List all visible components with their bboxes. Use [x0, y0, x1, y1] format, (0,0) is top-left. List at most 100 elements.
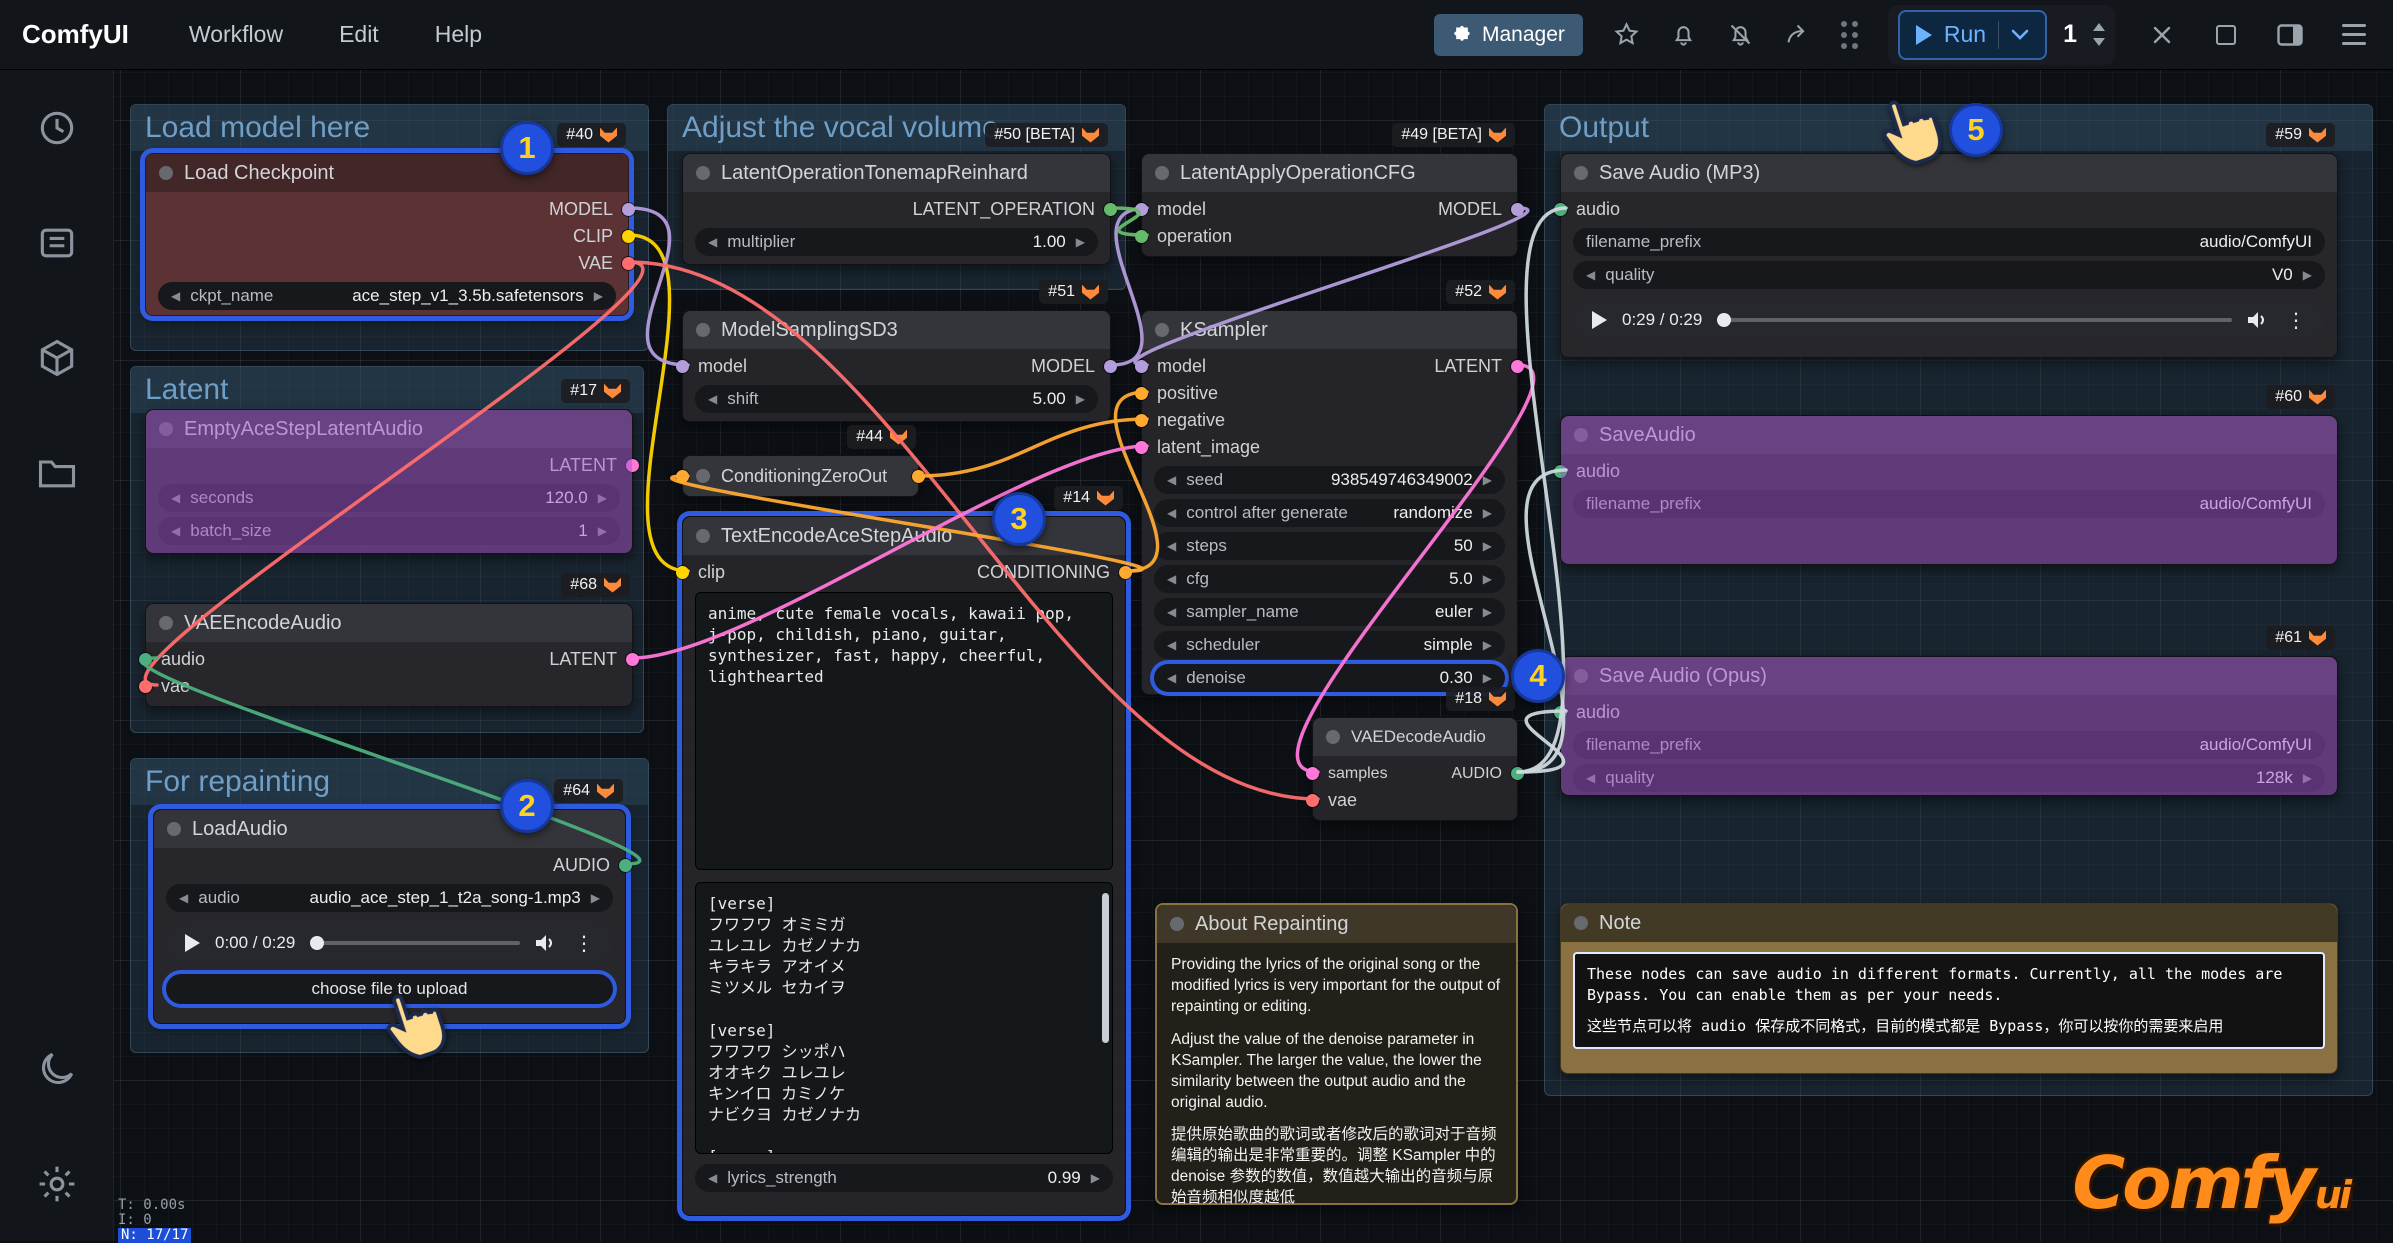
- player-menu-icon[interactable]: ⋮: [2286, 308, 2306, 332]
- node-model-sampling-sd3[interactable]: #51 ModelSamplingSD3 model MODEL shift5.…: [682, 310, 1111, 422]
- cfg-widget[interactable]: cfg5.0: [1154, 565, 1505, 593]
- node-header[interactable]: Save Audio (MP3): [1561, 154, 2337, 192]
- sampler-name-widget[interactable]: sampler_nameeuler: [1154, 598, 1505, 626]
- manager-button[interactable]: Manager: [1434, 14, 1583, 56]
- seconds-widget[interactable]: seconds120.0: [158, 484, 620, 512]
- collapse-dot[interactable]: [696, 323, 710, 337]
- collapse-dot[interactable]: [1155, 166, 1169, 180]
- collapse-dot[interactable]: [1170, 917, 1184, 931]
- collapse-dot[interactable]: [696, 529, 710, 543]
- filename-prefix-widget[interactable]: filename_prefixaudio/ComfyUI: [1573, 228, 2325, 256]
- slot-dot-conditioning-out[interactable]: [912, 470, 925, 483]
- queue-count[interactable]: 1: [2059, 20, 2081, 49]
- maximize-icon[interactable]: [2209, 18, 2243, 52]
- menu-edit[interactable]: Edit: [339, 21, 379, 48]
- slot-dot-latent-image[interactable]: [1135, 441, 1148, 454]
- slot-dot-latent[interactable]: [626, 653, 639, 666]
- play-button[interactable]: [1592, 311, 1607, 329]
- slot-dot-model[interactable]: [622, 203, 635, 216]
- volume-icon[interactable]: [2247, 310, 2271, 330]
- node-header[interactable]: About Repainting: [1157, 905, 1516, 943]
- seed-widget[interactable]: seed938549746349002: [1154, 466, 1505, 494]
- slot-dot-model[interactable]: [1135, 360, 1148, 373]
- node-ksampler[interactable]: #52 KSampler model LATENT positive negat…: [1141, 310, 1518, 695]
- bell-slash-icon[interactable]: [1727, 21, 1754, 48]
- node-header[interactable]: VAEEncodeAudio: [146, 604, 632, 642]
- queue-icon[interactable]: [35, 221, 79, 270]
- node-header[interactable]: Note: [1561, 904, 2337, 942]
- lyrics-strength-widget[interactable]: lyrics_strength0.99: [695, 1164, 1113, 1192]
- collapse-dot[interactable]: [1574, 166, 1588, 180]
- node-save-audio[interactable]: #60 SaveAudio audio filename_prefixaudio…: [1560, 415, 2338, 565]
- share-icon[interactable]: [1784, 21, 1811, 48]
- node-about-repainting-note[interactable]: About Repainting Providing the lyrics of…: [1155, 903, 1518, 1205]
- collapse-dot[interactable]: [1326, 730, 1340, 744]
- slot-dot-audio[interactable]: [1511, 767, 1524, 780]
- note-text[interactable]: These nodes can save audio in different …: [1573, 952, 2325, 1049]
- panel-toggle-icon[interactable]: [2273, 18, 2307, 52]
- chevron-down-icon[interactable]: [2011, 29, 2029, 41]
- audio-player[interactable]: 0:29 / 0:29 ⋮: [1573, 297, 2325, 343]
- slot-dot-vae[interactable]: [1306, 794, 1319, 807]
- settings-gear-icon[interactable]: [35, 1162, 79, 1211]
- collapse-dot[interactable]: [1574, 428, 1588, 442]
- node-header[interactable]: LoadAudio: [154, 810, 625, 848]
- player-seekbar[interactable]: [310, 941, 520, 945]
- lyrics-textarea[interactable]: [verse] フワフワ オミミガ ユレユレ カゼノナカ キラキラ アオイメ ミ…: [695, 882, 1113, 1154]
- collapse-dot[interactable]: [1574, 669, 1588, 683]
- player-menu-icon[interactable]: ⋮: [574, 931, 594, 955]
- node-header[interactable]: Save Audio (Opus): [1561, 657, 2337, 695]
- node-vae-decode-audio[interactable]: #18 VAEDecodeAudio samples AUDIO vae: [1312, 717, 1518, 821]
- collapse-dot[interactable]: [696, 166, 710, 180]
- collapse-dot[interactable]: [159, 616, 173, 630]
- slot-dot-model[interactable]: [1511, 203, 1524, 216]
- scheduler-widget[interactable]: schedulersimple: [1154, 631, 1505, 659]
- slot-dot-conditioning[interactable]: [1119, 566, 1132, 579]
- node-library-icon[interactable]: [35, 336, 79, 385]
- slot-dot-samples[interactable]: [1306, 767, 1319, 780]
- slot-dot-negative[interactable]: [1135, 414, 1148, 427]
- history-icon[interactable]: [35, 106, 79, 155]
- batch-size-widget[interactable]: batch_size1: [158, 517, 620, 545]
- multiplier-widget[interactable]: multiplier1.00: [695, 228, 1098, 256]
- node-latent-apply-operation-cfg[interactable]: #49 [BETA] LatentApplyOperationCFG model…: [1141, 153, 1518, 257]
- step-up-icon[interactable]: [2093, 23, 2105, 31]
- slot-dot-clip[interactable]: [676, 566, 689, 579]
- node-header[interactable]: VAEDecodeAudio: [1313, 718, 1517, 756]
- quality-widget[interactable]: qualityV0: [1573, 261, 2325, 289]
- slot-dot-model[interactable]: [1135, 203, 1148, 216]
- bell-icon[interactable]: [1670, 21, 1697, 48]
- node-empty-ace-step-latent-audio[interactable]: #17 EmptyAceStepLatentAudio LATENT secon…: [145, 409, 633, 554]
- drag-handle-icon[interactable]: [1841, 21, 1858, 49]
- seek-knob[interactable]: [310, 936, 324, 950]
- node-vae-encode-audio[interactable]: #68 VAEEncodeAudio audio LATENT vae: [145, 603, 633, 707]
- control-after-generate-widget[interactable]: control after generaterandomize: [1154, 499, 1505, 527]
- slot-dot-audio[interactable]: [619, 859, 632, 872]
- slot-dot-vae[interactable]: [622, 257, 635, 270]
- slot-dot-audio[interactable]: [139, 653, 152, 666]
- slot-dot-model[interactable]: [1104, 360, 1117, 373]
- node-save-audio-mp3[interactable]: #59 Save Audio (MP3) audio filename_pref…: [1560, 153, 2338, 358]
- node-load-checkpoint[interactable]: #40 Load Checkpoint MODEL CLIP VAE ckpt_…: [145, 153, 629, 316]
- slot-dot-vae[interactable]: [139, 680, 152, 693]
- theme-moon-icon[interactable]: [35, 1047, 79, 1096]
- node-header[interactable]: LatentApplyOperationCFG: [1142, 154, 1517, 192]
- collapse-dot[interactable]: [1155, 323, 1169, 337]
- lyrics-scrollbar[interactable]: [1102, 893, 1109, 1043]
- node-latent-operation-tonemap[interactable]: #50 [BETA] LatentOperationTonemapReinhar…: [682, 153, 1111, 265]
- quality-widget[interactable]: quality128k: [1573, 764, 2325, 792]
- collapse-dot[interactable]: [696, 469, 710, 483]
- node-header[interactable]: KSampler: [1142, 311, 1517, 349]
- node-header[interactable]: TextEncodeAceStepAudio: [683, 517, 1125, 555]
- workflows-folder-icon[interactable]: [35, 451, 79, 500]
- node-header[interactable]: SaveAudio: [1561, 416, 2337, 454]
- node-header[interactable]: Load Checkpoint: [146, 154, 628, 192]
- filename-prefix-widget[interactable]: filename_prefixaudio/ComfyUI: [1573, 490, 2325, 518]
- menu-workflow[interactable]: Workflow: [189, 21, 283, 48]
- slot-dot-positive[interactable]: [1135, 387, 1148, 400]
- menu-icon[interactable]: [2337, 18, 2371, 52]
- slot-dot-audio[interactable]: [1554, 706, 1567, 719]
- audio-file-widget[interactable]: audioaudio_ace_step_1_t2a_song-1.mp3: [166, 884, 613, 912]
- menu-help[interactable]: Help: [435, 21, 482, 48]
- shift-widget[interactable]: shift5.00: [695, 385, 1098, 413]
